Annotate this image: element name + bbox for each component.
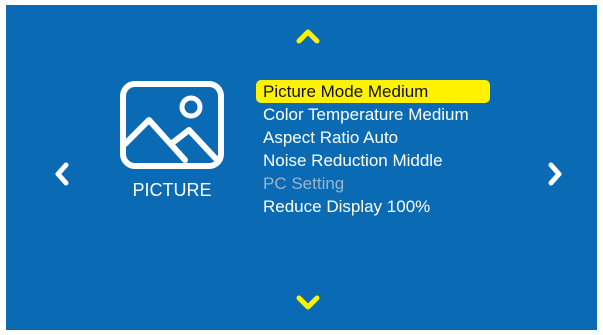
osd-menu-panel: PICTURE Picture Mode Medium Color Temper… xyxy=(6,5,597,330)
menu-item-picture-mode[interactable]: Picture Mode Medium xyxy=(256,80,490,103)
settings-menu: Picture Mode Medium Color Temperature Me… xyxy=(256,80,490,218)
menu-item-color-temperature[interactable]: Color Temperature Medium xyxy=(256,103,490,126)
chevron-right-icon[interactable] xyxy=(547,162,563,186)
menu-item-aspect-ratio[interactable]: Aspect Ratio Auto xyxy=(256,126,490,149)
category-label: PICTURE xyxy=(132,180,212,200)
menu-item-reduce-display[interactable]: Reduce Display 100% xyxy=(256,195,490,218)
menu-item-pc-setting: PC Setting xyxy=(263,174,345,193)
chevron-down-icon[interactable] xyxy=(296,295,320,311)
chevron-left-icon[interactable] xyxy=(54,162,70,186)
menu-item-noise-reduction[interactable]: Noise Reduction Middle xyxy=(256,149,490,172)
chevron-up-icon[interactable] xyxy=(296,28,320,44)
picture-icon xyxy=(119,80,225,170)
